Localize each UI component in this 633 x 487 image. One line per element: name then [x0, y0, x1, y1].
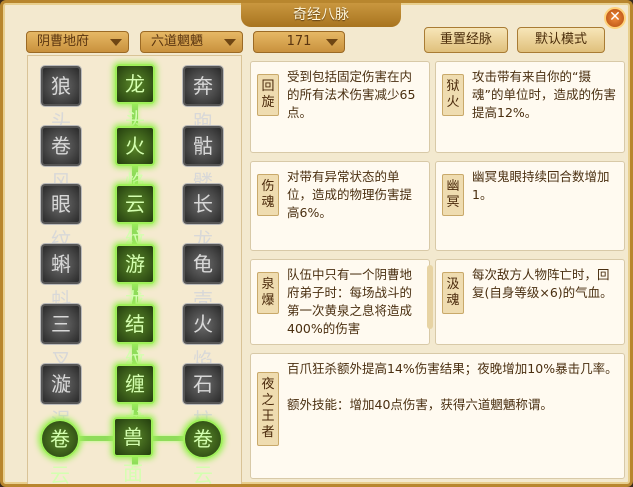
- node-right-1-icon[interactable]: 奔跑: [183, 66, 223, 134]
- card-desc: 幽冥鬼眼持续回合数增加1。: [472, 169, 610, 202]
- node-right-4-icon[interactable]: 龟壳: [183, 244, 223, 312]
- default-mode-button[interactable]: 默认模式: [517, 27, 605, 53]
- meridian-card-yuhuo[interactable]: 狱火 攻击带有来自你的“摄魂”的单位时，造成的伤害提高12%。: [435, 61, 625, 153]
- node-right-5-icon[interactable]: 火焰: [183, 304, 223, 372]
- node-center-2-icon[interactable]: 火焰: [115, 126, 155, 194]
- meridian-window: 奇经八脉 ✕ 阴曹地府 六道魍魉 171 重置经脉 默认模式 狼头 龙头 奔跑 …: [0, 0, 633, 487]
- node-left-6-icon[interactable]: 漩涡: [41, 364, 81, 432]
- node-center-1-icon[interactable]: 龙头: [115, 64, 155, 132]
- close-icon[interactable]: ✕: [604, 7, 626, 29]
- meridian-card-yezhiwangzhe[interactable]: 夜之王者 百爪狂杀额外提高14%伤害结果；夜晚增加10%暴击几率。 额外技能：增…: [250, 353, 625, 479]
- node-center-4-icon[interactable]: 游龙: [115, 244, 155, 312]
- node-center-5-icon[interactable]: 结纹: [115, 304, 155, 372]
- card-desc: 每次敌方人物阵亡时，回复(自身等级×6)的气血。: [472, 267, 613, 300]
- node-left-5-icon[interactable]: 三叉: [41, 304, 81, 372]
- card-desc: 攻击带有来自你的“摄魂”的单位时，造成的伤害提高12%。: [472, 69, 616, 120]
- node-center-7-icon[interactable]: 兽面: [113, 417, 153, 484]
- chevron-down-icon: [110, 39, 122, 46]
- chevron-down-icon: [224, 39, 236, 46]
- card-extra-desc: 额外技能：增加40点伤害，获得六道魍魉称谓。: [287, 397, 553, 412]
- path-value: 六道魍魉: [151, 34, 204, 49]
- meridian-card-jihun[interactable]: 汲魂 每次敌方人物阵亡时，回复(自身等级×6)的气血。: [435, 259, 625, 345]
- card-tag: 夜之王者: [257, 372, 279, 446]
- node-right-3-icon[interactable]: 长龙: [183, 184, 223, 252]
- node-left-3-icon[interactable]: 眼纹: [41, 184, 81, 252]
- meridian-tree: 狼头 龙头 奔跑 卷风 火焰 骷髅 眼纹 云纹 长龙 蝌蚪 游龙 龟壳 三叉 结…: [27, 55, 242, 484]
- node-left-2-icon[interactable]: 卷风: [41, 126, 81, 194]
- card-tag: 泉爆: [257, 272, 279, 314]
- node-right-7-icon[interactable]: 卷云: [183, 419, 223, 484]
- points-display[interactable]: 171: [253, 31, 345, 53]
- window-title: 奇经八脉: [241, 3, 401, 27]
- meridian-card-huixuan[interactable]: 回旋 受到包括固定伤害在内的所有法术伤害减少65点。: [250, 61, 430, 153]
- points-value: 171: [286, 34, 312, 49]
- node-right-2-icon[interactable]: 骷髅: [183, 126, 223, 194]
- card-tag: 回旋: [257, 74, 279, 116]
- node-left-7-icon[interactable]: 卷云: [40, 419, 80, 484]
- reset-meridian-button[interactable]: 重置经脉: [424, 27, 508, 53]
- card-desc: 队伍中只有一个阴曹地府弟子时：每场战斗的第一次黄泉之息将造成400%的伤害: [287, 267, 413, 336]
- meridian-card-quanbao[interactable]: 泉爆 队伍中只有一个阴曹地府弟子时：每场战斗的第一次黄泉之息将造成400%的伤害: [250, 259, 430, 345]
- card-desc: 受到包括固定伤害在内的所有法术伤害减少65点。: [287, 69, 416, 120]
- node-center-3-icon[interactable]: 云纹: [115, 184, 155, 252]
- card-tag: 汲魂: [442, 272, 464, 314]
- meridian-card-shanghun[interactable]: 伤魂 对带有异常状态的单位，造成的物理伤害提高6%。: [250, 161, 430, 251]
- node-left-1-icon[interactable]: 狼头: [41, 66, 81, 134]
- faction-dropdown[interactable]: 阴曹地府: [26, 31, 129, 53]
- path-dropdown[interactable]: 六道魍魉: [140, 31, 243, 53]
- node-center-6-icon[interactable]: 缠龙: [115, 364, 155, 432]
- meridian-card-youming[interactable]: 幽冥 幽冥鬼眼持续回合数增加1。: [435, 161, 625, 251]
- card-tag: 幽冥: [442, 174, 464, 216]
- card-tag: 狱火: [442, 74, 464, 116]
- card-tag: 伤魂: [257, 174, 279, 216]
- node-right-6-icon[interactable]: 石柱: [183, 364, 223, 432]
- node-left-4-icon[interactable]: 蝌蚪: [41, 244, 81, 312]
- card-desc: 百爪狂杀额外提高14%伤害结果；夜晚增加10%暴击几率。: [287, 361, 618, 376]
- chevron-down-icon: [326, 39, 338, 46]
- faction-value: 阴曹地府: [37, 34, 90, 49]
- card-scrollbar[interactable]: [427, 265, 433, 329]
- card-desc: 对带有异常状态的单位，造成的物理伤害提高6%。: [287, 169, 413, 220]
